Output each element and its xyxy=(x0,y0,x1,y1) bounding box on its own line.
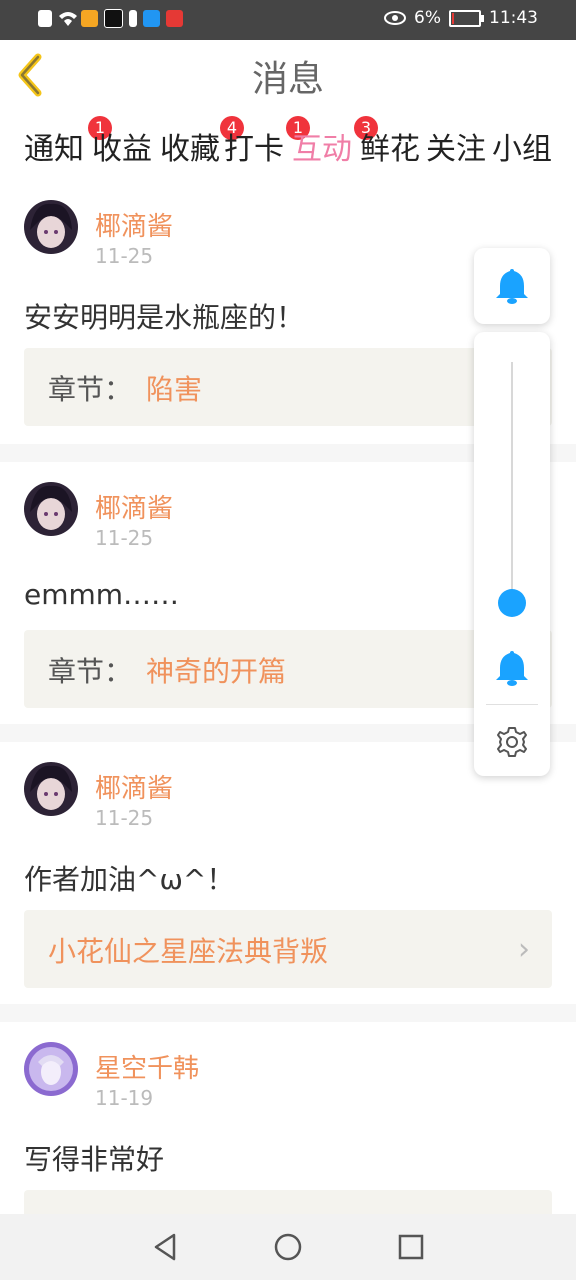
notice-icon xyxy=(129,10,137,27)
bell-icon[interactable] xyxy=(494,648,530,688)
battery-icon xyxy=(449,9,484,27)
comment-text: 作者加油^ω^！ xyxy=(24,863,235,896)
comment-text: emmm…… xyxy=(24,578,180,611)
status-icons xyxy=(38,9,183,28)
bell-icon xyxy=(496,269,528,304)
tab-label: 收益 xyxy=(92,132,152,167)
tab-label: 通知 xyxy=(24,132,84,167)
alert-icon xyxy=(38,10,52,27)
chapter-label: 章节： xyxy=(48,655,133,688)
tab-flowers[interactable]: 鲜花 xyxy=(360,124,420,168)
battery-percent: 6% xyxy=(414,8,441,28)
notification-volume-button[interactable] xyxy=(474,248,550,324)
chapter-link[interactable] xyxy=(24,1190,552,1214)
home-nav-icon[interactable] xyxy=(273,1232,303,1262)
comment-card[interactable]: 椰滴酱 11-25 作者加油^ω^！ 小花仙之星座法典背叛 › xyxy=(0,742,576,1004)
tab-label: 小组 xyxy=(492,132,552,167)
volume-slider-thumb[interactable] xyxy=(498,589,526,617)
username[interactable]: 椰滴酱 xyxy=(95,206,173,243)
comment-text: 写得非常好 xyxy=(24,1143,165,1176)
wifi-icon xyxy=(58,10,77,27)
chapter-link[interactable]: 章节： 神奇的开篇 xyxy=(24,630,552,708)
tab-label: 鲜花 xyxy=(360,132,420,167)
tab-interaction[interactable]: 互动 3 xyxy=(292,116,378,185)
recents-nav-icon[interactable] xyxy=(396,1232,426,1262)
eye-icon xyxy=(384,11,407,25)
system-nav-bar xyxy=(0,1214,576,1280)
username[interactable]: 椰滴酱 xyxy=(95,488,173,525)
tab-label: 互动 xyxy=(292,132,352,167)
tab-notice[interactable]: 通知 1 xyxy=(24,116,112,168)
chapter-label: 章节： xyxy=(48,373,133,406)
avatar[interactable] xyxy=(24,762,78,816)
app-red-icon xyxy=(166,10,183,27)
tab-checkin[interactable]: 打卡 1 xyxy=(224,116,310,168)
comment-date: 11-25 xyxy=(95,526,154,550)
comment-date: 11-19 xyxy=(95,1086,154,1110)
status-right: 6% 11:43 xyxy=(384,8,538,28)
panel-divider xyxy=(486,704,538,705)
comment-date: 11-25 xyxy=(95,244,154,268)
avatar[interactable] xyxy=(24,200,78,254)
tab-follow[interactable]: 关注 xyxy=(426,124,486,168)
tab-groups[interactable]: 小组 xyxy=(492,124,552,168)
tab-label: 关注 xyxy=(426,132,486,167)
clock: 11:43 xyxy=(489,8,538,28)
volume-panel xyxy=(474,332,550,776)
chapter-title: 陷害 xyxy=(146,373,203,406)
chapter-title: 神奇的开篇 xyxy=(146,655,287,688)
comment-text: 安安明明是水瓶座的！ xyxy=(24,301,305,334)
tiktok-icon xyxy=(104,9,123,28)
tab-favorites[interactable]: 收藏 4 xyxy=(160,116,244,168)
chapter-link[interactable]: 章节： 陷害 xyxy=(24,348,552,426)
comment-date: 11-25 xyxy=(95,806,154,830)
browser-icon xyxy=(143,10,160,27)
page-title: 消息 xyxy=(251,59,324,100)
status-bar: 6% 11:43 xyxy=(0,0,576,40)
username[interactable]: 星空千韩 xyxy=(95,1048,199,1085)
tab-label: 打卡 xyxy=(224,132,284,167)
tab-bar: 通知 1 收益 收藏 4 打卡 1 互动 3 鲜花 关注 小组 xyxy=(0,110,576,185)
book-link[interactable]: 小花仙之星座法典背叛 › xyxy=(24,910,552,988)
video-app-icon xyxy=(81,10,98,27)
chevron-right-icon: › xyxy=(518,932,530,967)
tab-label: 收藏 xyxy=(160,132,220,167)
avatar[interactable] xyxy=(24,1042,78,1096)
back-nav-icon[interactable] xyxy=(150,1232,180,1262)
avatar[interactable] xyxy=(24,482,78,536)
tab-earnings[interactable]: 收益 xyxy=(92,124,152,168)
book-title: 小花仙之星座法典背叛 xyxy=(48,935,329,968)
app-bar: 消息 xyxy=(0,40,576,111)
volume-slider-track[interactable] xyxy=(511,362,513,604)
comment-card[interactable]: 星空千韩 11-19 写得非常好 xyxy=(0,1022,576,1214)
username[interactable]: 椰滴酱 xyxy=(95,768,173,805)
gear-icon[interactable] xyxy=(496,726,528,758)
